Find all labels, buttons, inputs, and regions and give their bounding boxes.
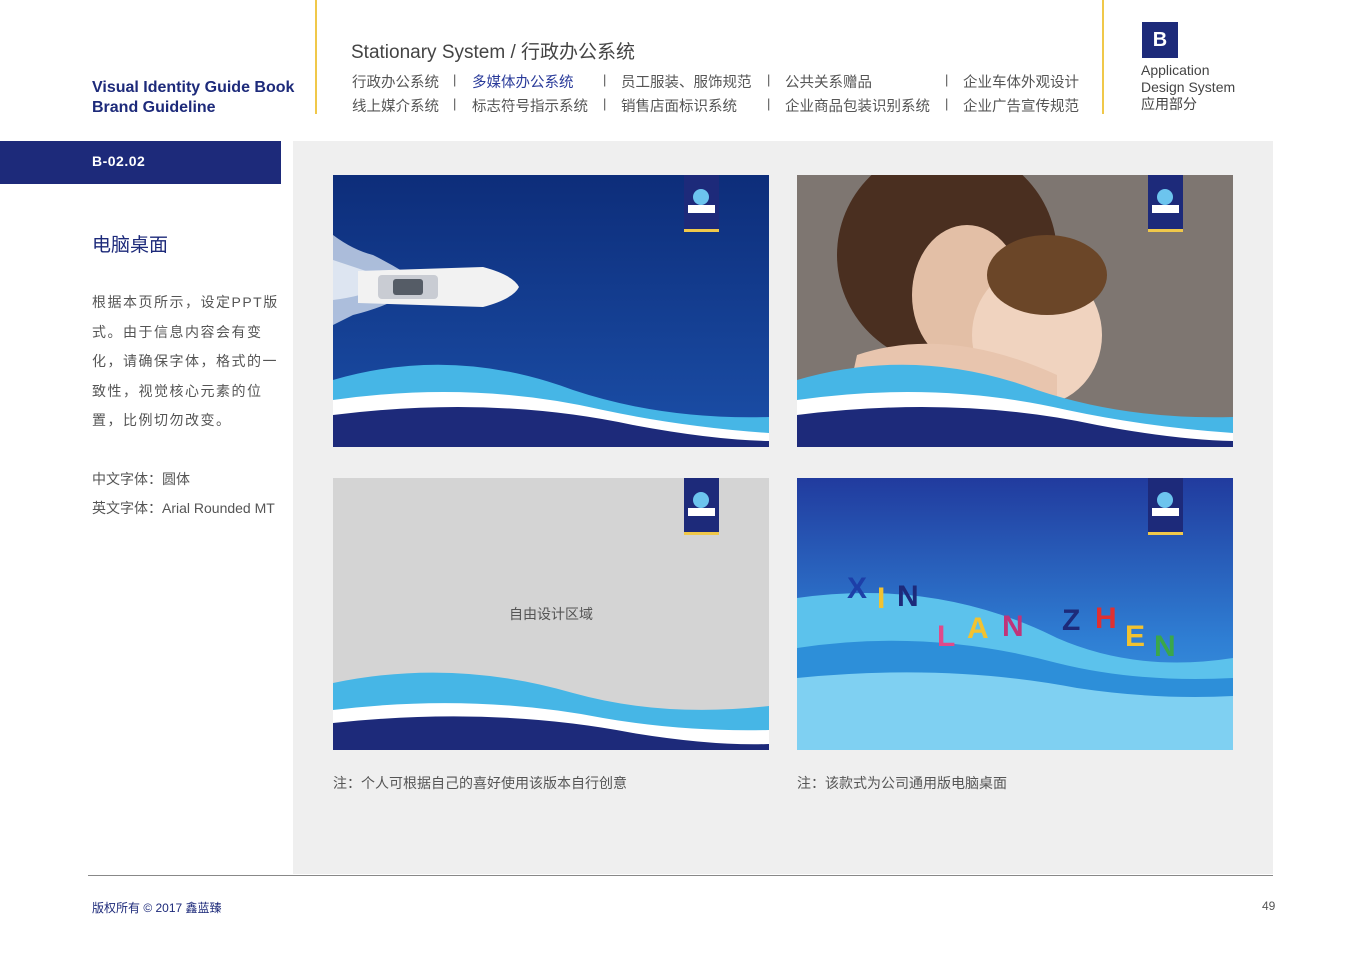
section-badge: B — [1142, 22, 1178, 58]
nav-separator: | — [603, 72, 607, 87]
note-left: 注：个人可根据自己的喜好使用该版本自行创意 — [333, 775, 627, 791]
letter-n3: N — [1154, 630, 1176, 663]
nav-separator: | — [767, 72, 771, 87]
page-heading: 电脑桌面 — [92, 235, 169, 256]
logo-tag — [1148, 175, 1183, 232]
application-label-line2: Design System — [1141, 79, 1236, 95]
nav-separator: | — [453, 96, 457, 111]
nav-separator: | — [945, 96, 949, 111]
letter-e: E — [1125, 620, 1145, 653]
section-title: Stationary System / 行政办公系统 — [351, 42, 636, 63]
desktop-wallpaper-family — [797, 175, 1233, 447]
nav-item-advertising[interactable]: 企业广告宣传规范 — [963, 95, 1079, 116]
nav-separator: | — [603, 96, 607, 111]
logo-tag — [1148, 478, 1183, 535]
chinese-font-spec: 中文字体：圆体 — [92, 471, 190, 487]
brand-title: Visual Identity Guide Book Brand Guideli… — [92, 78, 294, 118]
header-divider-right — [1102, 0, 1104, 114]
nav-item-pr-gifts[interactable]: 公共关系赠品 — [785, 71, 872, 92]
page-number: 49 — [1262, 899, 1276, 913]
brand-title-line2: Brand Guideline — [92, 99, 216, 116]
letter-i: I — [877, 582, 885, 615]
english-font-spec: 英文字体：Arial Rounded MT — [92, 500, 275, 516]
boat-icon — [358, 267, 519, 307]
nav-item-multimedia-office[interactable]: 多媒体办公系统 — [472, 71, 574, 92]
nav-item-online-media[interactable]: 线上媒介系统 — [352, 95, 439, 116]
nav-item-packaging[interactable]: 企业商品包装识别系统 — [785, 95, 930, 116]
nav-item-admin-office[interactable]: 行政办公系统 — [352, 71, 439, 92]
nav-item-staff-uniform[interactable]: 员工服装、服饰规范 — [621, 71, 752, 92]
desktop-wallpaper-free-area: 自由设计区域 — [333, 478, 769, 750]
letter-h: H — [1095, 602, 1117, 635]
application-label: Application Design System 应用部分 — [1141, 62, 1235, 113]
letter-z: Z — [1062, 604, 1080, 637]
nav-separator: | — [767, 96, 771, 111]
letter-l: L — [937, 620, 955, 653]
description-text: 根据本页所示，设定PPT版式。由于信息内容会有变化，请确保字体，格式的一致性，视… — [92, 294, 279, 428]
application-label-line1: Application — [1141, 62, 1210, 78]
page-code: B-02.02 — [92, 153, 146, 169]
letter-n2: N — [1002, 610, 1024, 643]
application-label-line3: 应用部分 — [1141, 96, 1197, 112]
brand-title-line1: Visual Identity Guide Book — [92, 79, 295, 96]
logo-tag — [684, 175, 719, 232]
copyright-text: 版权所有 © 2017 鑫蓝臻 — [92, 901, 222, 915]
nav-item-store-signs[interactable]: 销售店面标识系统 — [621, 95, 737, 116]
desktop-wallpaper-boat — [333, 175, 769, 447]
logo-tag — [684, 478, 719, 535]
desktop-wallpaper-brand: X I N L A N Z H E N — [797, 478, 1233, 750]
free-area-label: 自由设计区域 — [509, 606, 593, 622]
note-right: 注：该款式为公司通用版电脑桌面 — [797, 775, 1007, 791]
letter-a: A — [967, 612, 989, 645]
header-divider-left — [315, 0, 317, 114]
footer-divider — [88, 875, 1273, 876]
nav-item-signage[interactable]: 标志符号指示系统 — [472, 95, 588, 116]
nav-separator: | — [945, 72, 949, 87]
nav-separator: | — [453, 72, 457, 87]
nav-item-vehicle-design[interactable]: 企业车体外观设计 — [963, 71, 1079, 92]
letter-n: N — [897, 580, 919, 613]
letter-x: X — [847, 572, 867, 605]
